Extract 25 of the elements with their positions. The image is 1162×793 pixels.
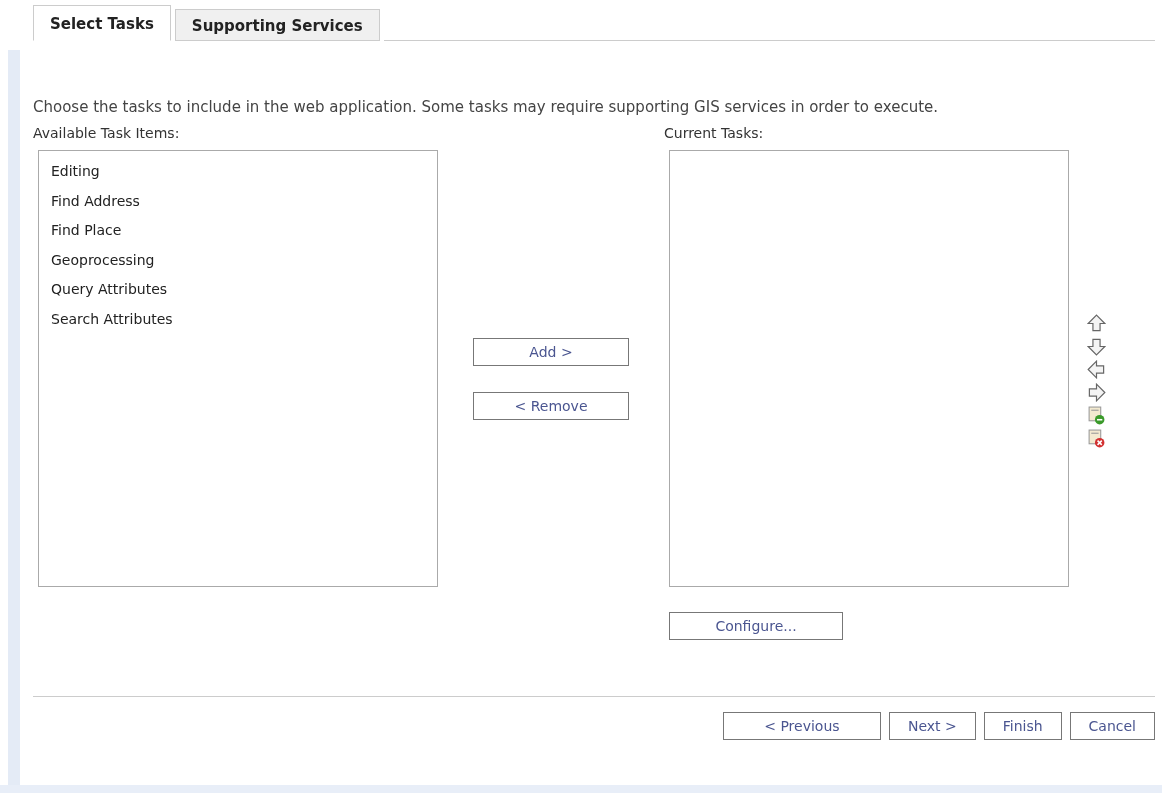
list-item[interactable]: Find Address [51,186,437,216]
wizard-button[interactable]: Next > [888,712,976,740]
left-arrow-icon[interactable] [1086,360,1106,379]
up-arrow-icon[interactable] [1086,314,1106,333]
list-label: Available Task Items: [33,125,181,143]
down-arrow-icon[interactable] [1086,337,1106,356]
wizard-button[interactable]: < Previous [722,712,881,740]
list-item[interactable]: Editing [51,157,437,187]
tab[interactable]: Supporting Services [174,9,380,41]
list-item[interactable]: Query Attributes [51,275,437,305]
add-document-icon[interactable] [1086,406,1106,425]
list-item[interactable]: Search Attributes [51,304,437,334]
instructions-text: Choose the tasks to include in the web application. Some tasks may require supporting GIS services in order to execute. [33,99,939,116]
list-item[interactable]: Find Place [51,216,437,246]
list-item[interactable]: Geoprocessing [51,245,437,275]
wizard-button[interactable]: Finish [983,712,1062,740]
list-label: Current Tasks: [664,125,765,143]
available-list[interactable]: Editing Find Address Find Place Geoprocessing Query Attributes Search Attributes [38,150,438,587]
wizard-button[interactable]: Cancel [1069,712,1155,740]
transfer-button[interactable]: < Remove [473,392,629,420]
right-arrow-icon[interactable] [1086,383,1106,402]
remove-document-icon[interactable] [1086,429,1106,448]
tab[interactable]: Select Tasks [33,5,171,41]
configure-button[interactable]: Configure... [669,612,843,640]
transfer-button[interactable]: Add > [473,338,629,366]
